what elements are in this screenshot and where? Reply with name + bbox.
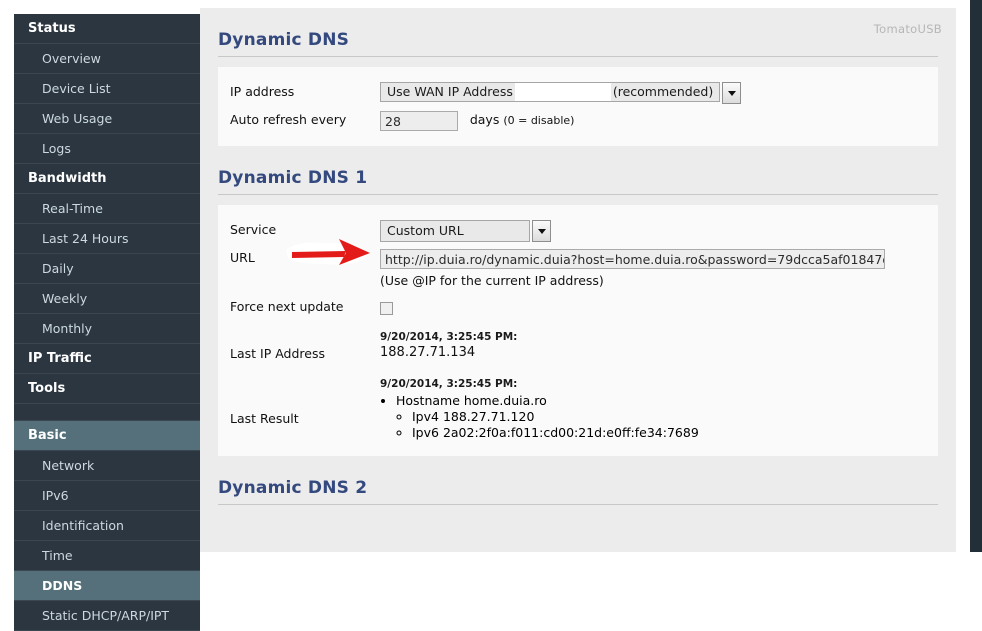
sidebar-item-ddns[interactable]: DDNS	[14, 571, 200, 601]
row-service: Service Custom URL	[218, 217, 938, 245]
ip-address-label: IP address	[230, 84, 295, 99]
url-label: URL	[230, 250, 255, 265]
last-result-field: 9/20/2014, 3:25:45 PM: Hostname home.dui…	[380, 377, 938, 441]
row-force-next-update: Force next update	[218, 294, 938, 320]
dynamic-dns-2-title: Dynamic DNS 2	[218, 477, 368, 498]
last-result-sublist: Ipv4 188.27.71.120 Ipv6 2a02:2f0a:f011:c…	[396, 409, 938, 441]
auto-refresh-note: (0 = disable)	[503, 114, 575, 127]
ip-address-select-face[interactable]: Use WAN IP Address (recommended)	[380, 82, 721, 102]
sidebar-nav: Status Overview Device List Web Usage Lo…	[14, 14, 200, 631]
dynamic-dns-1-panel: Service Custom URL URL http://ip.duia.ro…	[218, 205, 938, 456]
sidebar-item-logs[interactable]: Logs	[14, 134, 200, 164]
sidebar-item-web-usage[interactable]: Web Usage	[14, 104, 200, 134]
last-ip-address-timestamp: 9/20/2014, 3:25:45 PM:	[380, 330, 518, 343]
last-result-ipv4: Ipv4 188.27.71.120	[412, 409, 938, 425]
sidebar-item-real-time[interactable]: Real-Time	[14, 194, 200, 224]
row-last-ip-address: Last IP Address 9/20/2014, 3:25:45 PM: 1…	[218, 320, 938, 367]
last-result-label: Last Result	[230, 410, 299, 426]
section-dynamic-dns: Dynamic DNS IP address Use WAN IP Addres…	[218, 8, 938, 146]
sidebar-item-identification[interactable]: Identification	[14, 511, 200, 541]
sidebar-item-device-list[interactable]: Device List	[14, 74, 200, 104]
sidebar-spacer	[14, 404, 200, 421]
dynamic-dns-1-divider	[218, 194, 938, 195]
dynamic-dns-1-title: Dynamic DNS 1	[218, 168, 368, 188]
sidebar-item-time[interactable]: Time	[14, 541, 200, 571]
sidebar-item-overview[interactable]: Overview	[14, 44, 200, 74]
row-auto-refresh: Auto refresh every 28 days (0 = disable)	[218, 107, 938, 134]
sidebar-item-static-dhcp-arp-ipt[interactable]: Static DHCP/ARP/IPT	[14, 601, 200, 631]
page-root: Status Overview Device List Web Usage Lo…	[0, 0, 982, 631]
dynamic-dns-panel: IP address Use WAN IP Address (recommend…	[218, 67, 938, 146]
last-result-list: Hostname home.duia.ro Ipv4 188.27.71.120…	[380, 393, 938, 441]
sidebar-item-network[interactable]: Network	[14, 451, 200, 481]
section-dynamic-dns-1: Dynamic DNS 1 Service Custom URL URL htt…	[218, 146, 938, 456]
force-next-update-checkbox[interactable]	[380, 302, 393, 315]
chevron-down-icon[interactable]	[722, 82, 742, 104]
row-last-result: Last Result 9/20/2014, 3:25:45 PM: Hostn…	[218, 367, 938, 444]
service-label: Service	[230, 222, 277, 237]
sidebar-group-status[interactable]: Status	[14, 14, 200, 44]
last-result-timestamp: 9/20/2014, 3:25:45 PM:	[380, 377, 518, 390]
row-url: URL http://ip.duia.ro/dynamic.duia?host=…	[218, 245, 938, 294]
auto-refresh-label: Auto refresh every	[230, 112, 347, 127]
sidebar-group-tools[interactable]: Tools	[14, 374, 200, 404]
last-result-hostname: Hostname home.duia.ro Ipv4 188.27.71.120…	[396, 393, 938, 441]
sidebar-group-basic[interactable]: Basic	[14, 421, 200, 451]
main-content: TomatoUSB Dynamic DNS IP address Use WAN…	[200, 8, 956, 552]
section-dynamic-dns-2: Dynamic DNS 2	[218, 456, 938, 505]
service-select[interactable]: Custom URL	[380, 220, 551, 242]
select-text-gap	[514, 83, 611, 101]
last-ip-address-label: Last IP Address	[230, 345, 325, 361]
row-ip-address: IP address Use WAN IP Address (recommend…	[218, 79, 938, 107]
service-field: Custom URL	[380, 220, 938, 242]
brand-label: TomatoUSB	[873, 22, 942, 36]
auto-refresh-field: 28 days (0 = disable)	[380, 110, 938, 131]
chevron-down-icon[interactable]	[532, 220, 551, 242]
auto-refresh-unit-wrap: days (0 = disable)	[470, 112, 575, 127]
url-input[interactable]: http://ip.duia.ro/dynamic.duia?host=home…	[380, 248, 885, 269]
title-divider	[218, 56, 938, 57]
sidebar-item-daily[interactable]: Daily	[14, 254, 200, 284]
force-next-update-label: Force next update	[230, 298, 344, 314]
auto-refresh-input[interactable]: 28	[380, 110, 458, 131]
ip-address-select[interactable]: Use WAN IP Address (recommended)	[380, 82, 742, 104]
ip-address-select-suffix: (recommended)	[612, 84, 714, 99]
page-title: Dynamic DNS	[218, 30, 350, 50]
dynamic-dns-2-divider	[218, 503, 938, 505]
ip-address-select-value: Use WAN IP Address	[387, 84, 513, 99]
last-result-hostname-text: Hostname home.duia.ro	[396, 392, 547, 408]
url-field: http://ip.duia.ro/dynamic.duia?host=home…	[380, 248, 938, 291]
right-edge-strip	[970, 0, 982, 552]
auto-refresh-unit: days	[469, 112, 500, 127]
sidebar-item-monthly[interactable]: Monthly	[14, 314, 200, 344]
sidebar-item-weekly[interactable]: Weekly	[14, 284, 200, 314]
sidebar-item-last-24-hours[interactable]: Last 24 Hours	[14, 224, 200, 254]
last-ip-address-value: 188.27.71.134	[380, 344, 476, 360]
last-ip-address-field: 9/20/2014, 3:25:45 PM: 188.27.71.134	[380, 330, 938, 361]
sidebar-item-ipv6[interactable]: IPv6	[14, 481, 200, 511]
sidebar-group-bandwidth[interactable]: Bandwidth	[14, 164, 200, 194]
service-select-face[interactable]: Custom URL	[380, 220, 530, 242]
ip-address-field: Use WAN IP Address (recommended)	[380, 82, 938, 104]
force-next-update-field	[380, 297, 938, 317]
sidebar-group-ip-traffic[interactable]: IP Traffic	[14, 344, 200, 374]
url-hint: (Use @IP for the current IP address)	[380, 272, 604, 288]
last-result-ipv6: Ipv6 2a02:2f0a:f011:cd00:21d:e0ff:fe34:7…	[412, 425, 938, 441]
